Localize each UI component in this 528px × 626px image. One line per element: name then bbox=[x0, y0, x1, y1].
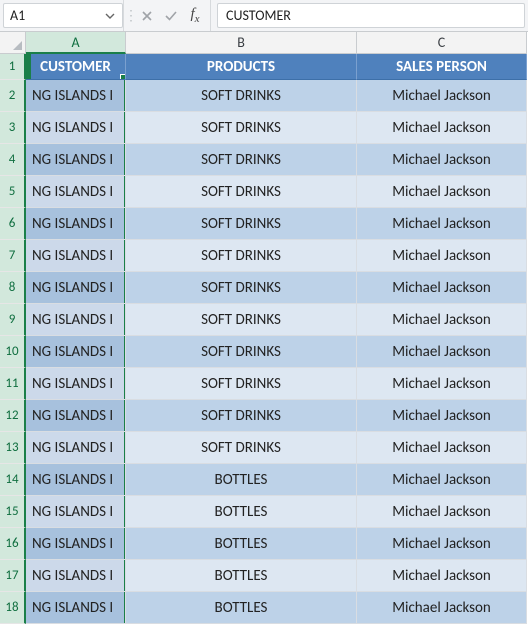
cancel-formula-button[interactable] bbox=[136, 5, 158, 27]
formula-buttons: ⋮ fx bbox=[124, 0, 210, 31]
row-header-13[interactable]: 13 bbox=[0, 432, 26, 464]
row-header-11[interactable]: 11 bbox=[0, 368, 26, 400]
insert-function-button[interactable]: fx bbox=[184, 5, 206, 27]
cell-a6[interactable]: NG ISLANDS I bbox=[26, 208, 126, 240]
row-header-17[interactable]: 17 bbox=[0, 560, 26, 592]
cell-b8[interactable]: SOFT DRINKS bbox=[126, 272, 357, 304]
row-header-15[interactable]: 15 bbox=[0, 496, 26, 528]
cell-b7[interactable]: SOFT DRINKS bbox=[126, 240, 357, 272]
row-header-16[interactable]: 16 bbox=[0, 528, 26, 560]
cell-b12[interactable]: SOFT DRINKS bbox=[126, 400, 357, 432]
cell-c6[interactable]: Michael Jackson bbox=[357, 208, 527, 240]
cell-a18[interactable]: NG ISLANDS I bbox=[26, 592, 126, 624]
cell-b9[interactable]: SOFT DRINKS bbox=[126, 304, 357, 336]
cell-c7[interactable]: Michael Jackson bbox=[357, 240, 527, 272]
cell-a14[interactable]: NG ISLANDS I bbox=[26, 464, 126, 496]
chevron-down-icon[interactable] bbox=[104, 10, 116, 22]
cell-b10[interactable]: SOFT DRINKS bbox=[126, 336, 357, 368]
cell-b15[interactable]: BOTTLES bbox=[126, 496, 357, 528]
cell-c16[interactable]: Michael Jackson bbox=[357, 528, 527, 560]
row-header-10[interactable]: 10 bbox=[0, 336, 26, 368]
row-header-12[interactable]: 12 bbox=[0, 400, 26, 432]
row-header-5[interactable]: 5 bbox=[0, 176, 26, 208]
select-all-button[interactable] bbox=[0, 32, 26, 54]
cell-b11[interactable]: SOFT DRINKS bbox=[126, 368, 357, 400]
cell-c14[interactable]: Michael Jackson bbox=[357, 464, 527, 496]
cell-b3[interactable]: SOFT DRINKS bbox=[126, 112, 357, 144]
cell-a2[interactable]: NG ISLANDS I bbox=[26, 80, 126, 112]
cell-a9[interactable]: NG ISLANDS I bbox=[26, 304, 126, 336]
cell-a1[interactable]: CUSTOMER bbox=[26, 54, 126, 80]
accept-formula-button[interactable] bbox=[160, 5, 182, 27]
cell-a8[interactable]: NG ISLANDS I bbox=[26, 272, 126, 304]
formula-bar: A1 ⋮ fx CUSTOMER bbox=[0, 0, 528, 32]
cell-b4[interactable]: SOFT DRINKS bbox=[126, 144, 357, 176]
formula-input-value: CUSTOMER bbox=[226, 7, 291, 24]
cell-b2[interactable]: SOFT DRINKS bbox=[126, 80, 357, 112]
cell-c8[interactable]: Michael Jackson bbox=[357, 272, 527, 304]
cell-b13[interactable]: SOFT DRINKS bbox=[126, 432, 357, 464]
cell-c1[interactable]: SALES PERSON bbox=[357, 54, 527, 80]
cell-a12[interactable]: NG ISLANDS I bbox=[26, 400, 126, 432]
cell-a15[interactable]: NG ISLANDS I bbox=[26, 496, 126, 528]
cell-a7[interactable]: NG ISLANDS I bbox=[26, 240, 126, 272]
cell-c2[interactable]: Michael Jackson bbox=[357, 80, 527, 112]
cell-c13[interactable]: Michael Jackson bbox=[357, 432, 527, 464]
cell-b1[interactable]: PRODUCTS bbox=[126, 54, 357, 80]
cell-b16[interactable]: BOTTLES bbox=[126, 528, 357, 560]
cell-b5[interactable]: SOFT DRINKS bbox=[126, 176, 357, 208]
row-header-3[interactable]: 3 bbox=[0, 112, 26, 144]
row-header-18[interactable]: 18 bbox=[0, 592, 26, 624]
row-header-1[interactable]: 1 bbox=[0, 54, 26, 80]
name-box[interactable]: A1 bbox=[3, 3, 123, 28]
cell-c9[interactable]: Michael Jackson bbox=[357, 304, 527, 336]
separator bbox=[210, 0, 211, 31]
row-header-6[interactable]: 6 bbox=[0, 208, 26, 240]
cell-c12[interactable]: Michael Jackson bbox=[357, 400, 527, 432]
cell-a11[interactable]: NG ISLANDS I bbox=[26, 368, 126, 400]
cell-c11[interactable]: Michael Jackson bbox=[357, 368, 527, 400]
column-header-c[interactable]: C bbox=[357, 32, 527, 54]
cell-b6[interactable]: SOFT DRINKS bbox=[126, 208, 357, 240]
cell-b14[interactable]: BOTTLES bbox=[126, 464, 357, 496]
cell-b18[interactable]: BOTTLES bbox=[126, 592, 357, 624]
row-header-14[interactable]: 14 bbox=[0, 464, 26, 496]
row-header-4[interactable]: 4 bbox=[0, 144, 26, 176]
cell-c5[interactable]: Michael Jackson bbox=[357, 176, 527, 208]
cell-c3[interactable]: Michael Jackson bbox=[357, 112, 527, 144]
cell-a10[interactable]: NG ISLANDS I bbox=[26, 336, 126, 368]
cell-a3[interactable]: NG ISLANDS I bbox=[26, 112, 126, 144]
row-header-2[interactable]: 2 bbox=[0, 80, 26, 112]
cell-a13[interactable]: NG ISLANDS I bbox=[26, 432, 126, 464]
cell-a4[interactable]: NG ISLANDS I bbox=[26, 144, 126, 176]
cell-c15[interactable]: Michael Jackson bbox=[357, 496, 527, 528]
row-header-8[interactable]: 8 bbox=[0, 272, 26, 304]
separator: ⋮ bbox=[128, 5, 134, 27]
column-header-b[interactable]: B bbox=[126, 32, 357, 54]
cell-a17[interactable]: NG ISLANDS I bbox=[26, 560, 126, 592]
spreadsheet-grid[interactable]: A B C 1 CUSTOMER PRODUCTS SALES PERSON 2… bbox=[0, 32, 528, 624]
cell-c17[interactable]: Michael Jackson bbox=[357, 560, 527, 592]
cell-c18[interactable]: Michael Jackson bbox=[357, 592, 527, 624]
cell-b17[interactable]: BOTTLES bbox=[126, 560, 357, 592]
cell-c4[interactable]: Michael Jackson bbox=[357, 144, 527, 176]
cell-a16[interactable]: NG ISLANDS I bbox=[26, 528, 126, 560]
column-header-a[interactable]: A bbox=[26, 32, 126, 54]
cell-c10[interactable]: Michael Jackson bbox=[357, 336, 527, 368]
row-header-7[interactable]: 7 bbox=[0, 240, 26, 272]
name-box-value: A1 bbox=[10, 7, 104, 24]
cell-a5[interactable]: NG ISLANDS I bbox=[26, 176, 126, 208]
row-header-9[interactable]: 9 bbox=[0, 304, 26, 336]
formula-input[interactable]: CUSTOMER bbox=[217, 3, 525, 28]
fx-icon: fx bbox=[190, 6, 199, 25]
